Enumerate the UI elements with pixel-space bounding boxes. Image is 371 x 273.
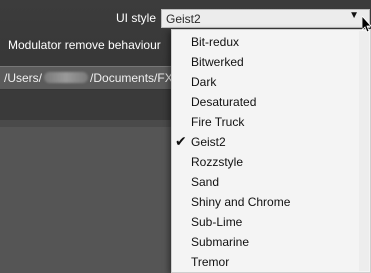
checkmark-icon: ✔ <box>175 133 187 149</box>
lower-panel <box>0 127 176 273</box>
menu-item-label: Tremor <box>191 255 230 269</box>
modulator-remove-behaviour-label: Modulator remove behaviour <box>8 38 161 52</box>
ui-style-label: UI style <box>116 11 157 25</box>
file-path-text: /Users/ /Documents/FX <box>4 71 173 85</box>
menu-item-rozzstyle[interactable]: Rozzstyle <box>172 152 370 172</box>
ui-style-dropdown-menu[interactable]: Bit-redux Bitwerked Dark Desaturated Fire Tr… <box>171 29 371 273</box>
menu-item-label: Bit-redux <box>191 35 240 49</box>
redacted-username <box>44 72 89 83</box>
menu-item-fire-truck[interactable]: Fire Truck <box>172 112 370 132</box>
file-path-suffix: /Documents/FX <box>90 71 173 85</box>
chevron-down-icon[interactable]: ▼ <box>349 10 359 21</box>
menu-item-sub-lime[interactable]: Sub-Lime <box>172 212 370 232</box>
menu-item-label: Shiny and Chrome <box>191 195 291 209</box>
menu-item-label: Dark <box>191 75 217 89</box>
menu-item-label: Geist2 <box>191 135 226 149</box>
menu-item-bitwerked[interactable]: Bitwerked <box>172 52 370 72</box>
menu-item-label: Rozzstyle <box>191 155 244 169</box>
menu-item-sand[interactable]: Sand <box>172 172 370 192</box>
menu-item-bit-redux[interactable]: Bit-redux <box>172 32 370 52</box>
menu-item-label: Desaturated <box>191 95 257 109</box>
menu-item-dark[interactable]: Dark <box>172 72 370 92</box>
menu-item-label: Submarine <box>191 235 250 249</box>
menu-item-shiny-and-chrome[interactable]: Shiny and Chrome <box>172 192 370 212</box>
menu-item-label: Bitwerked <box>191 55 244 69</box>
file-path-field[interactable]: /Users/ /Documents/FX <box>0 66 176 89</box>
ui-style-select[interactable]: Geist2 ▼ <box>161 9 370 28</box>
menu-item-tremor[interactable]: Tremor <box>172 252 370 272</box>
menu-item-desaturated[interactable]: Desaturated <box>172 92 370 112</box>
menu-item-geist2[interactable]: ✔ Geist2 <box>172 132 370 152</box>
panel-divider <box>0 120 176 127</box>
mouse-cursor-icon <box>362 16 371 33</box>
menu-item-label: Fire Truck <box>191 115 245 129</box>
ui-style-select-value: Geist2 <box>166 12 201 26</box>
file-path-prefix: /Users/ <box>4 71 43 85</box>
menu-item-label: Sand <box>191 175 220 189</box>
menu-item-label: Sub-Lime <box>191 215 243 229</box>
menu-item-submarine[interactable]: Submarine <box>172 232 370 252</box>
